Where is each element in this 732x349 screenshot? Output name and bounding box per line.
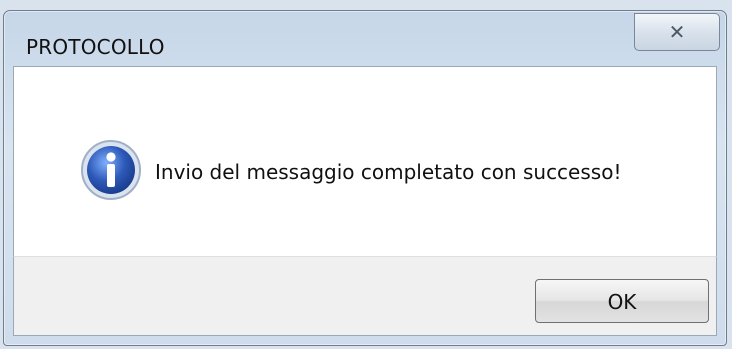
- dialog-footer: OK: [13, 256, 717, 336]
- ok-button[interactable]: OK: [535, 279, 709, 323]
- info-icon: [81, 140, 141, 200]
- dialog-window: PROTOCOLLO ✕ Invio del messaggio complet…: [3, 10, 727, 346]
- titlebar[interactable]: PROTOCOLLO ✕: [4, 11, 726, 67]
- window-title: PROTOCOLLO: [26, 35, 165, 59]
- dialog-content: Invio del messaggio completato con succe…: [13, 66, 717, 256]
- close-button[interactable]: ✕: [634, 13, 720, 51]
- close-icon: ✕: [668, 20, 686, 44]
- dialog-message: Invio del messaggio completato con succe…: [155, 160, 622, 184]
